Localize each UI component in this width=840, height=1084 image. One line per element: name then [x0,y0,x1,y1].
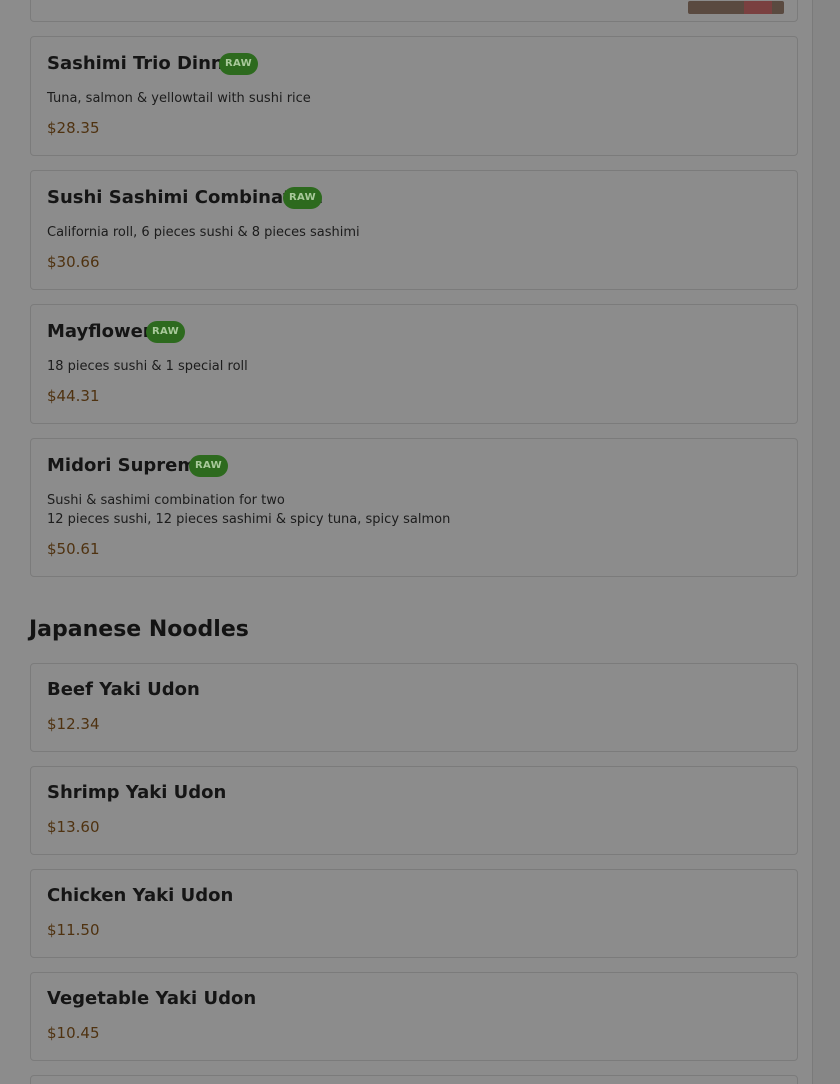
raw-badge: RAW [283,187,322,209]
raw-badge: RAW [146,321,185,343]
menu-item-price: $30.66 [47,253,100,271]
menu-item-price: $10.45 [47,1024,100,1042]
menu-item-thumbnail [688,1,784,14]
menu-item-price: $28.35 [47,119,100,137]
menu-item-description: 18 pieces sushi & 1 special roll [47,359,248,374]
menu-item-card[interactable]: Sashimi Trio Dinner RAW Tuna, salmon & y… [30,36,798,156]
menu-item-price: $11.50 [47,921,100,939]
menu-item-price: $13.60 [47,818,100,836]
menu-item-card-partial-top[interactable] [30,0,798,22]
scrollbar[interactable] [812,0,840,1084]
menu-item-name: Shrimp Yaki Udon [47,782,227,803]
menu-item-name: Chicken Yaki Udon [47,885,234,906]
menu-item-name: Vegetable Yaki Udon [47,988,257,1009]
menu-item-card[interactable]: Beef Yaki Udon $12.34 [30,663,798,752]
menu-page: Sashimi Trio Dinner RAW Tuna, salmon & y… [0,0,812,1084]
raw-badge: RAW [189,455,228,477]
menu-item-name: Beef Yaki Udon [47,679,200,700]
menu-item-card[interactable]: Mayflower RAW 18 pieces sushi & 1 specia… [30,304,798,424]
menu-item-card[interactable]: Shrimp Yaki Udon $13.60 [30,766,798,855]
menu-item-name: Midori Supreme [47,455,209,476]
menu-item-name: Sushi Sashimi Combination [47,187,324,208]
menu-item-price: $50.61 [47,540,100,558]
menu-item-name: Sashimi Trio Dinner [47,53,245,74]
menu-item-price: $12.34 [47,715,100,733]
menu-item-card[interactable]: Sushi Sashimi Combination RAW California… [30,170,798,290]
menu-item-description: Sushi & sashimi combination for two [47,493,285,508]
section-title: Japanese Noodles [29,617,249,642]
menu-item-description: California roll, 6 pieces sushi & 8 piec… [47,225,360,240]
menu-item-card[interactable]: Vegetable Yaki Udon $10.45 [30,972,798,1061]
menu-item-price: $44.31 [47,387,100,405]
raw-badge: RAW [219,53,258,75]
menu-item-description: 12 pieces sushi, 12 pieces sashimi & spi… [47,512,451,527]
menu-item-card[interactable]: Chicken Yaki Udon $11.50 [30,869,798,958]
menu-item-name: Mayflower [47,321,152,342]
menu-item-card[interactable]: Midori Supreme RAW Sushi & sashimi combi… [30,438,798,577]
menu-item-description: Tuna, salmon & yellowtail with sushi ric… [47,91,311,106]
menu-item-card-partial-bottom[interactable] [30,1075,798,1084]
